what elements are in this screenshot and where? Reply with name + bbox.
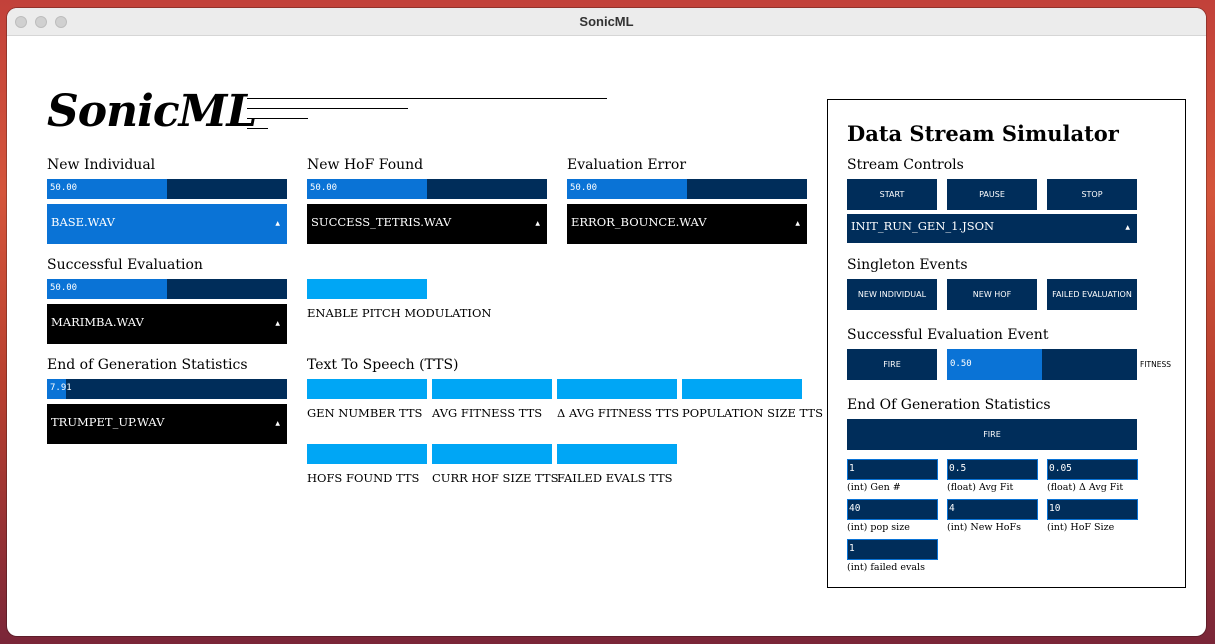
- gen-number-field[interactable]: 1: [847, 459, 938, 480]
- pitch-modulation-label: ENABLE PITCH MODULATION: [307, 306, 492, 320]
- tts-failed-evals-label: FAILED EVALS TTS: [557, 471, 673, 485]
- tts-delta-avg-fitness-toggle[interactable]: [557, 379, 677, 399]
- dropdown-value: MARIMBA.WAV: [51, 315, 144, 329]
- new-hofs-field[interactable]: 4: [947, 499, 1038, 520]
- stop-button[interactable]: STOP: [1047, 179, 1137, 210]
- new-individual-label: New Individual: [47, 157, 156, 173]
- stream-file-dropdown[interactable]: INIT_RUN_GEN_1.JSON ▲: [847, 214, 1137, 243]
- successful-eval-sound-dropdown[interactable]: MARIMBA.WAV ▲: [47, 304, 287, 344]
- tts-population-size-label: POPULATION SIZE TTS: [682, 406, 823, 420]
- avg-fit-field[interactable]: 0.5: [947, 459, 1038, 480]
- start-button-label: START: [879, 190, 905, 199]
- tts-gen-number-label: GEN NUMBER TTS: [307, 406, 423, 420]
- tts-curr-hof-size-label: CURR HOF SIZE TTS: [432, 471, 559, 485]
- successful-eval-label: Successful Evaluation: [47, 257, 203, 273]
- successful-eval-volume-slider[interactable]: 50.00: [47, 279, 287, 299]
- dropdown-value: ERROR_BOUNCE.WAV: [571, 215, 707, 229]
- tts-failed-evals-toggle[interactable]: [557, 444, 677, 464]
- dropdown-arrow-icon: ▲: [275, 220, 280, 227]
- tts-hofs-found-label: HOFS FOUND TTS: [307, 471, 420, 485]
- new-individual-event-button[interactable]: NEW INDIVIDUAL: [847, 279, 937, 310]
- new-hof-event-button[interactable]: NEW HOF: [947, 279, 1037, 310]
- failed-evals-field[interactable]: 1: [847, 539, 938, 560]
- pop-size-field-label: (int) pop size: [847, 522, 910, 533]
- slider-value: 50.00: [310, 183, 338, 193]
- tts-curr-hof-size-toggle[interactable]: [432, 444, 552, 464]
- app-logo: SonicML: [47, 86, 257, 137]
- new-hof-label: New HoF Found: [307, 157, 424, 173]
- new-individual-sound-dropdown[interactable]: BASE.WAV ▲: [47, 204, 287, 244]
- end-gen-stats-label: End Of Generation Statistics: [847, 397, 1051, 413]
- fire-button-label: FIRE: [883, 360, 901, 369]
- new-individual-event-label: NEW INDIVIDUAL: [857, 290, 927, 299]
- eval-error-volume-slider[interactable]: 50.00: [567, 179, 807, 199]
- window-title: SonicML: [579, 14, 634, 29]
- dropdown-arrow-icon: ▲: [535, 220, 540, 227]
- dropdown-arrow-icon: ▲: [795, 220, 800, 227]
- main-content: SonicML New Individual 50.00 BASE.WAV ▲ …: [7, 36, 1206, 636]
- slider-value: 7.91: [50, 383, 72, 393]
- slider-value: 0.50: [950, 359, 972, 369]
- delta-avg-fit-field[interactable]: 0.05: [1047, 459, 1138, 480]
- dropdown-arrow-icon: ▲: [1125, 224, 1130, 231]
- fire-end-gen-button[interactable]: FIRE: [847, 419, 1137, 450]
- failed-evaluation-event-label: FAILED EVALUATION: [1052, 290, 1132, 299]
- logo-decoration-line: [247, 128, 268, 129]
- tts-avg-fitness-toggle[interactable]: [432, 379, 552, 399]
- new-hofs-field-label: (int) New HoFs: [947, 522, 1021, 533]
- end-gen-label: End of Generation Statistics: [47, 357, 248, 373]
- successful-eval-event-label: Successful Evaluation Event: [847, 327, 1049, 343]
- slider-value: 50.00: [50, 183, 78, 193]
- data-stream-simulator-panel: Data Stream Simulator Stream Controls ST…: [827, 99, 1186, 588]
- stop-button-label: STOP: [1081, 190, 1103, 199]
- fitness-slider-label: FITNESS: [1140, 360, 1171, 369]
- dropdown-arrow-icon: ▲: [275, 420, 280, 427]
- pop-size-field[interactable]: 40: [847, 499, 938, 520]
- new-individual-volume-slider[interactable]: 50.00: [47, 179, 287, 199]
- tts-delta-avg-fitness-label: Δ AVG FITNESS TTS: [557, 406, 680, 420]
- delta-avg-fit-field-label: (float) Δ Avg Fit: [1047, 482, 1124, 493]
- dropdown-value: TRUMPET_UP.WAV: [51, 415, 165, 429]
- stream-controls-label: Stream Controls: [847, 157, 964, 173]
- fire-button-label: FIRE: [983, 430, 1001, 439]
- logo-decoration-line: [247, 98, 607, 99]
- singleton-events-label: Singleton Events: [847, 257, 968, 273]
- end-gen-sound-dropdown[interactable]: TRUMPET_UP.WAV ▲: [47, 404, 287, 444]
- pause-button[interactable]: PAUSE: [947, 179, 1037, 210]
- fitness-slider[interactable]: 0.50: [947, 349, 1137, 380]
- start-button[interactable]: START: [847, 179, 937, 210]
- tts-population-size-toggle[interactable]: [682, 379, 802, 399]
- hof-size-field[interactable]: 10: [1047, 499, 1138, 520]
- gen-number-field-label: (int) Gen #: [847, 482, 901, 493]
- pitch-modulation-toggle[interactable]: [307, 279, 427, 299]
- new-hof-sound-dropdown[interactable]: SUCCESS_TETRIS.WAV ▲: [307, 204, 547, 244]
- new-hof-volume-slider[interactable]: 50.00: [307, 179, 547, 199]
- end-gen-volume-slider[interactable]: 7.91: [47, 379, 287, 399]
- fire-success-event-button[interactable]: FIRE: [847, 349, 937, 380]
- dropdown-arrow-icon: ▲: [275, 320, 280, 327]
- tts-gen-number-toggle[interactable]: [307, 379, 427, 399]
- slider-value: 50.00: [570, 183, 598, 193]
- eval-error-sound-dropdown[interactable]: ERROR_BOUNCE.WAV ▲: [567, 204, 807, 244]
- hof-size-field-label: (int) HoF Size: [1047, 522, 1115, 533]
- title-bar: SonicML: [7, 8, 1206, 36]
- dropdown-value: INIT_RUN_GEN_1.JSON: [851, 219, 995, 233]
- failed-evaluation-event-button[interactable]: FAILED EVALUATION: [1047, 279, 1137, 310]
- logo-decoration-line: [247, 108, 408, 109]
- app-window: SonicML SonicML New Individual 50.00 BAS…: [7, 8, 1206, 636]
- tts-hofs-found-toggle[interactable]: [307, 444, 427, 464]
- tts-label: Text To Speech (TTS): [307, 357, 459, 373]
- eval-error-label: Evaluation Error: [567, 157, 687, 173]
- avg-fit-field-label: (float) Avg Fit: [947, 482, 1014, 493]
- dropdown-value: BASE.WAV: [51, 215, 115, 229]
- tts-avg-fitness-label: AVG FITNESS TTS: [432, 406, 543, 420]
- dropdown-value: SUCCESS_TETRIS.WAV: [311, 215, 452, 229]
- logo-decoration-line: [247, 118, 308, 119]
- new-hof-event-label: NEW HOF: [972, 290, 1012, 299]
- slider-value: 50.00: [50, 283, 78, 293]
- pause-button-label: PAUSE: [979, 190, 1005, 199]
- failed-evals-field-label: (int) failed evals: [847, 562, 925, 573]
- simulator-title: Data Stream Simulator: [847, 121, 1119, 146]
